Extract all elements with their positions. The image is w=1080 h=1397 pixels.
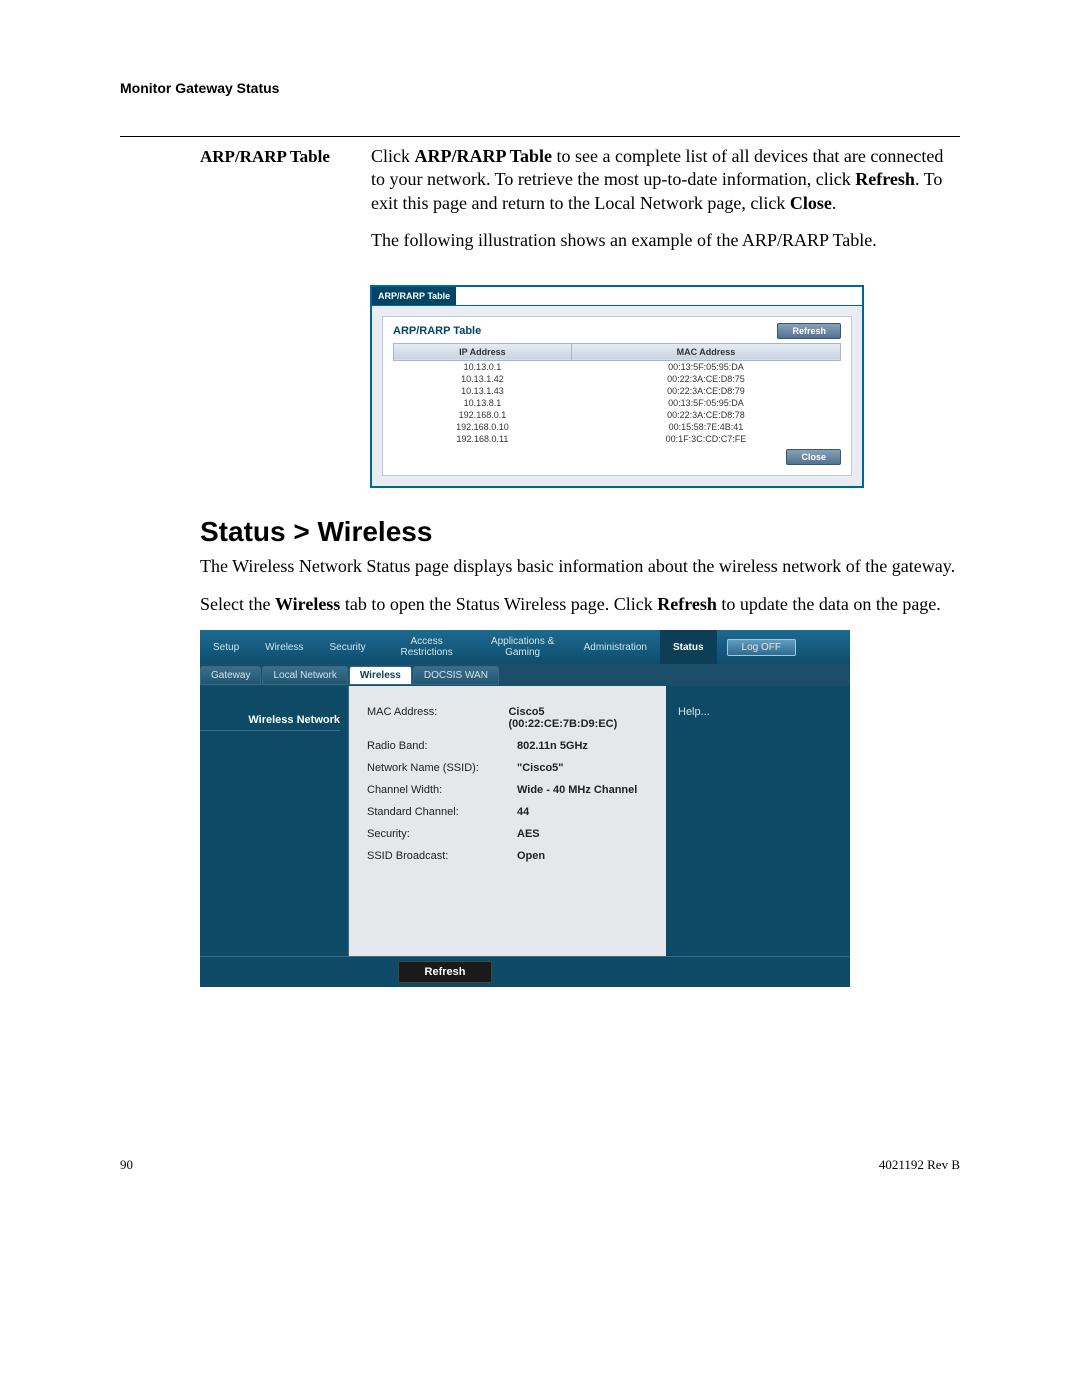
wireless-details: MAC Address:Cisco5 (00:22:CE:7B:D9:EC) Ra… [349, 686, 666, 956]
tab-docsis-wan[interactable]: DOCSIS WAN [413, 666, 499, 685]
wireless-key: MAC Address: [367, 706, 508, 730]
table-row: 10.13.1.4200:22:3A:CE:D8:75 [394, 373, 841, 385]
arp-rarp-label: ARP/RARP Table [120, 145, 371, 267]
wireless-value: 44 [517, 806, 529, 818]
text: tab to open the Status Wireless page. Cl… [340, 594, 657, 614]
wireless-value: 802.11n 5GHz [517, 740, 588, 752]
arp-ip-cell: 10.13.8.1 [394, 397, 572, 409]
bold-text: Close [790, 193, 832, 213]
nav-setup[interactable]: Setup [200, 642, 252, 653]
arp-ip-cell: 192.168.0.10 [394, 421, 572, 433]
horizontal-rule [120, 136, 960, 137]
tab-local-network[interactable]: Local Network [262, 666, 347, 685]
table-row: 10.13.1.4300:22:3A:CE:D8:79 [394, 385, 841, 397]
wireless-row: SSID Broadcast:Open [367, 850, 648, 862]
wireless-value: Cisco5 (00:22:CE:7B:D9:EC) [508, 706, 648, 730]
arp-rarp-tab[interactable]: ARP/RARP Table [372, 287, 456, 305]
wireless-key: Network Name (SSID): [367, 762, 517, 774]
arp-refresh-button[interactable]: Refresh [777, 323, 841, 339]
wireless-key: Radio Band: [367, 740, 517, 752]
arp-mac-cell: 00:13:5F:05:95:DA [571, 360, 840, 373]
wireless-value: Open [517, 850, 545, 862]
arp-mac-cell: 00:22:3A:CE:D8:75 [571, 373, 840, 385]
bold-text: Refresh [657, 594, 717, 614]
wireless-status-illustration: Setup Wireless Security Access Restricti… [200, 630, 850, 987]
page-footer: 90 4021192 Rev B [120, 1157, 960, 1173]
tab-gateway[interactable]: Gateway [200, 666, 261, 685]
arp-rarp-para2: The following illustration shows an exam… [371, 229, 960, 252]
table-row: 10.13.8.100:13:5F:05:95:DA [394, 397, 841, 409]
arp-ip-cell: 10.13.0.1 [394, 360, 572, 373]
arp-ip-cell: 10.13.1.43 [394, 385, 572, 397]
wireless-row: Radio Band:802.11n 5GHz [367, 740, 648, 752]
arp-mac-cell: 00:15:58:7E:4B:41 [571, 421, 840, 433]
help-link[interactable]: Help... [678, 706, 710, 718]
wireless-row: Network Name (SSID):"Cisco5" [367, 762, 648, 774]
wireless-row: MAC Address:Cisco5 (00:22:CE:7B:D9:EC) [367, 706, 648, 730]
main-nav: Setup Wireless Security Access Restricti… [200, 630, 850, 664]
wireless-value: Wide - 40 MHz Channel [517, 784, 637, 796]
refresh-button[interactable]: Refresh [398, 961, 493, 983]
wireless-row: Channel Width:Wide - 40 MHz Channel [367, 784, 648, 796]
text: to update the data on the page. [717, 594, 941, 614]
wireless-value: AES [517, 828, 540, 840]
arp-rarp-table: IP Address MAC Address 10.13.0.100:13:5F… [393, 343, 841, 445]
table-row: 192.168.0.1000:15:58:7E:4B:41 [394, 421, 841, 433]
nav-administration[interactable]: Administration [571, 642, 660, 653]
table-row: 192.168.0.100:22:3A:CE:D8:78 [394, 409, 841, 421]
bold-text: Refresh [855, 169, 915, 189]
wireless-key: SSID Broadcast: [367, 850, 517, 862]
logoff-button[interactable]: Log OFF [727, 639, 796, 656]
arp-rarp-body: Click ARP/RARP Table to see a complete l… [371, 145, 960, 267]
arp-col-mac: MAC Address [571, 343, 840, 360]
arp-rarp-para1: Click ARP/RARP Table to see a complete l… [371, 145, 960, 215]
status-wireless-para2: Select the Wireless tab to open the Stat… [200, 592, 960, 616]
text: Click [371, 146, 415, 166]
arp-mac-cell: 00:22:3A:CE:D8:79 [571, 385, 840, 397]
wireless-row: Security:AES [367, 828, 648, 840]
arp-mac-cell: 00:22:3A:CE:D8:78 [571, 409, 840, 421]
arp-ip-cell: 192.168.0.11 [394, 433, 572, 445]
help-panel: Help... [666, 686, 850, 956]
nav-applications-gaming[interactable]: Applications & Gaming [475, 636, 571, 658]
arp-close-button[interactable]: Close [786, 449, 841, 465]
arp-rarp-illustration: ARP/RARP Table ARP/RARP Table Refresh IP… [370, 285, 864, 488]
document-id: 4021192 Rev B [879, 1157, 960, 1173]
nav-access-restrictions[interactable]: Access Restrictions [379, 636, 475, 658]
wireless-row: Standard Channel:44 [367, 806, 648, 818]
arp-ip-cell: 10.13.1.42 [394, 373, 572, 385]
table-row: 192.168.0.1100:1F:3C:CD:C7:FE [394, 433, 841, 445]
bold-text: ARP/RARP Table [415, 146, 553, 166]
nav-security[interactable]: Security [316, 642, 378, 653]
bold-text: Wireless [275, 594, 340, 614]
arp-mac-cell: 00:13:5F:05:95:DA [571, 397, 840, 409]
wireless-key: Security: [367, 828, 517, 840]
arp-mac-cell: 00:1F:3C:CD:C7:FE [571, 433, 840, 445]
wireless-key: Channel Width: [367, 784, 517, 796]
nav-wireless[interactable]: Wireless [252, 642, 316, 653]
arp-col-ip: IP Address [394, 343, 572, 360]
status-wireless-heading: Status > Wireless [200, 516, 960, 548]
status-wireless-para1: The Wireless Network Status page display… [200, 554, 960, 578]
tab-wireless[interactable]: Wireless [349, 666, 412, 685]
left-panel: Wireless Network [200, 686, 349, 956]
nav-status[interactable]: Status [660, 630, 717, 664]
arp-ip-cell: 192.168.0.1 [394, 409, 572, 421]
wireless-key: Standard Channel: [367, 806, 517, 818]
wireless-network-label: Wireless Network [200, 714, 340, 731]
arp-rarp-section: ARP/RARP Table Click ARP/RARP Table to s… [120, 145, 960, 267]
table-row: 10.13.0.100:13:5F:05:95:DA [394, 360, 841, 373]
page-number: 90 [120, 1157, 133, 1173]
text: Select the [200, 594, 275, 614]
chapter-header: Monitor Gateway Status [120, 80, 960, 96]
text: . [832, 193, 837, 213]
wireless-value: "Cisco5" [517, 762, 564, 774]
sub-nav: Gateway Local Network Wireless DOCSIS WA… [200, 664, 850, 686]
arp-rarp-inner-title: ARP/RARP Table [393, 325, 481, 337]
